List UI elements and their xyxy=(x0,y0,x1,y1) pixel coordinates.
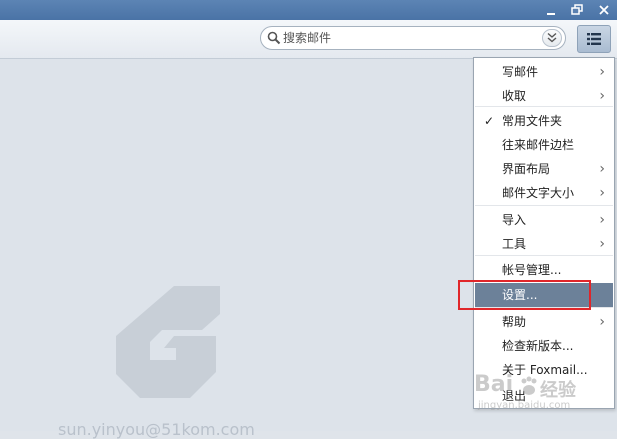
chevron-right-icon: › xyxy=(599,161,605,177)
menu-item-label: 帐号管理... xyxy=(502,263,562,277)
menu-item[interactable]: 收取 › xyxy=(475,84,613,108)
menu-item[interactable]: 界面布局 › xyxy=(475,157,613,181)
highlight-box xyxy=(458,280,591,310)
chevron-right-icon: › xyxy=(599,236,605,252)
menu-item-label: 邮件文字大小 xyxy=(502,186,575,200)
watermark-brand: Bai xyxy=(474,372,514,397)
account-email: sun.yinyou@51kom.com xyxy=(58,420,255,439)
menu-item-label: 往来邮件边栏 xyxy=(502,138,575,152)
menu-item[interactable]: ✓ 常用文件夹 xyxy=(475,109,613,133)
search-options-button[interactable] xyxy=(542,29,562,47)
search-icon xyxy=(267,31,281,45)
menu-item[interactable]: 邮件文字大小 › xyxy=(475,181,613,205)
menu-item-label: 导入 xyxy=(502,213,527,227)
foxmail-logo-icon xyxy=(116,286,220,398)
menu-item[interactable]: 工具 › xyxy=(475,232,613,256)
menu-item[interactable]: 往来邮件边栏 xyxy=(475,133,613,157)
menu-item[interactable]: 帮助 › xyxy=(475,310,613,334)
menu-item-label: 检查新版本... xyxy=(502,339,574,353)
restore-button[interactable] xyxy=(567,1,587,19)
list-menu-icon xyxy=(587,33,601,45)
minimize-icon xyxy=(547,13,555,15)
toolbar xyxy=(0,20,617,59)
title-bar xyxy=(0,0,617,20)
menu-item[interactable]: 检查新版本... xyxy=(475,334,613,358)
close-button[interactable] xyxy=(594,1,614,19)
paw-watermark-icon xyxy=(521,376,537,395)
menu-item[interactable]: 导入 › xyxy=(475,208,613,232)
search-input[interactable] xyxy=(283,29,533,47)
chevron-right-icon: › xyxy=(599,88,605,104)
chevron-right-icon: › xyxy=(599,64,605,80)
minimize-button[interactable] xyxy=(541,1,561,19)
menu-item-label: 关于 Foxmail... xyxy=(502,363,588,377)
menu-separator xyxy=(475,205,613,206)
close-icon xyxy=(599,5,609,15)
search-box xyxy=(260,26,566,50)
chevron-right-icon: › xyxy=(599,212,605,228)
main-menu-dropdown: 写邮件 › 收取 › ✓ 常用文件夹往来邮件边栏 界面布局 › 邮件文字大小 › 导入 › 工具 › 帐号管… xyxy=(473,57,615,409)
menu-item[interactable]: 帐号管理... xyxy=(475,258,613,282)
watermark-url: jingyan.baidu.com xyxy=(478,400,571,411)
menu-item-label: 工具 xyxy=(502,237,527,251)
menu-item-label: 界面布局 xyxy=(502,162,551,176)
check-icon: ✓ xyxy=(484,114,495,128)
menu-item-label: 常用文件夹 xyxy=(502,114,563,128)
restore-icon xyxy=(571,4,583,15)
double-chevron-down-icon xyxy=(547,32,557,43)
main-menu-button[interactable] xyxy=(577,25,611,53)
watermark-suffix: 经验 xyxy=(540,380,576,401)
menu-item-label: 收取 xyxy=(502,89,527,103)
menu-item-label: 写邮件 xyxy=(502,65,539,79)
chevron-right-icon: › xyxy=(599,185,605,201)
menu-item[interactable]: 写邮件 › xyxy=(475,60,613,84)
menu-item-label: 帮助 xyxy=(502,315,527,329)
chevron-right-icon: › xyxy=(599,314,605,330)
